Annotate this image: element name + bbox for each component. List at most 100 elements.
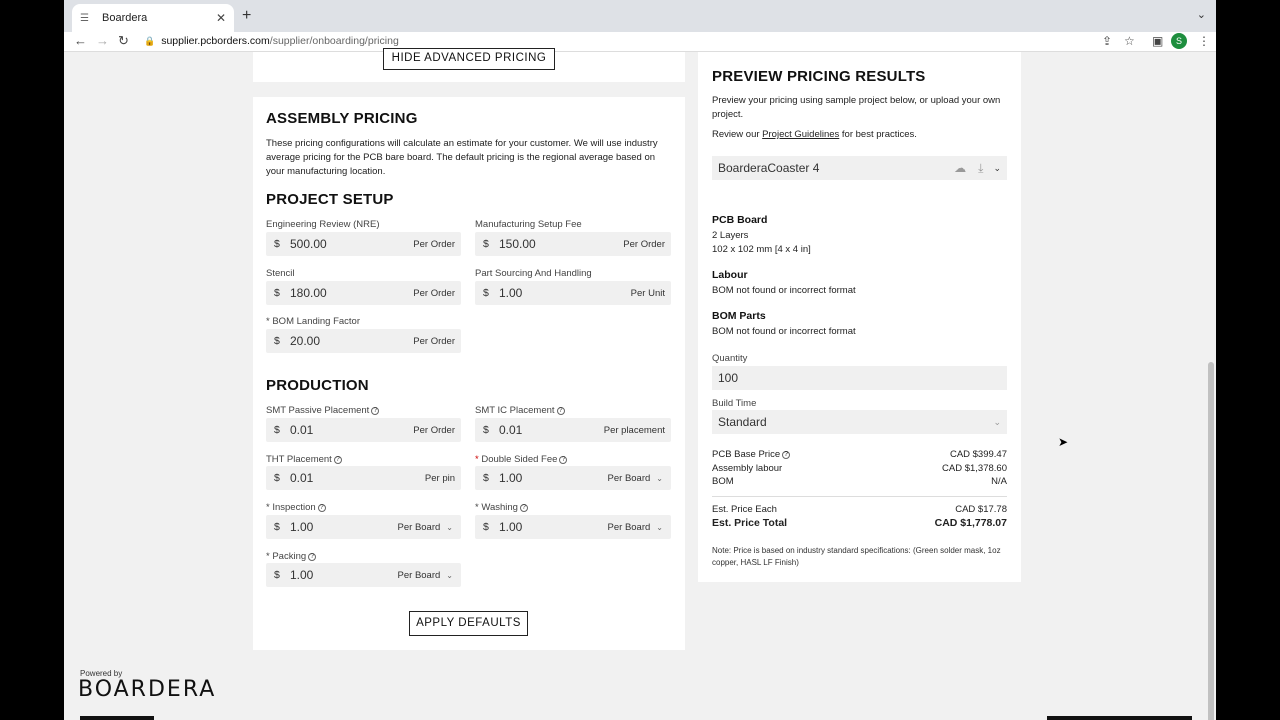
nre-unit: Per Order	[413, 238, 455, 250]
currency-symbol: $	[274, 424, 280, 436]
stencil-input[interactable]: $ 180.00 Per Order	[266, 281, 461, 305]
help-icon[interactable]: ?	[317, 504, 326, 512]
profile-avatar[interactable]: S	[1171, 33, 1187, 49]
reload-icon[interactable]: ↻	[118, 33, 129, 49]
inspection-value: 1.00	[290, 520, 314, 534]
url-field[interactable]: 🔒 supplier.pcborders.com/supplier/onboard…	[144, 35, 399, 47]
browser-viewport: ☰ Boardera ✕ + ⌄ ← → ↻ 🔒 supplier.pcborde…	[64, 0, 1216, 720]
assembly-labour-value: CAD $1,378.60	[942, 463, 1007, 474]
currency-symbol: $	[274, 569, 280, 581]
stencil-value: 180.00	[290, 286, 327, 300]
share-icon[interactable]: ⇪	[1102, 34, 1112, 48]
packing-unit: Per Board	[397, 569, 441, 581]
upload-cloud-icon[interactable]: ☁	[954, 161, 966, 175]
tab-search-icon[interactable]: ⌄	[1197, 8, 1206, 21]
smt-passive-value: 0.01	[290, 423, 314, 437]
chevron-down-icon[interactable]: ⌄	[993, 163, 1001, 174]
side-panel-icon[interactable]: ▣	[1152, 34, 1163, 48]
tht-input[interactable]: $ 0.01 Per pin	[266, 466, 461, 490]
help-icon[interactable]: ?	[782, 451, 791, 459]
menu-kebab-icon[interactable]: ⋮	[1198, 34, 1210, 48]
tab-bar: ☰ Boardera ✕ + ⌄	[64, 0, 1216, 32]
required-marker: *	[475, 502, 479, 513]
washing-select[interactable]: $ 1.00 Per Board ⌄	[475, 515, 671, 539]
double-sided-select[interactable]: $ 1.00 Per Board ⌄	[475, 466, 671, 490]
currency-symbol: $	[274, 335, 280, 347]
favicon-icon: ☰	[80, 12, 89, 24]
inspection-label-text: Inspection	[272, 502, 316, 513]
production-title: PRODUCTION	[266, 377, 369, 394]
bom-landing-label-text: BOM Landing Factor	[272, 316, 360, 327]
help-icon[interactable]: ?	[308, 553, 317, 561]
url-path: /supplier/onboarding/pricing	[269, 35, 399, 47]
back-icon[interactable]: ←	[74, 33, 87, 48]
new-tab-icon[interactable]: +	[242, 7, 251, 25]
bom-landing-unit: Per Order	[413, 335, 455, 347]
chevron-down-icon[interactable]: ⌄	[446, 571, 461, 580]
double-sided-unit: Per Board	[607, 472, 651, 484]
inspection-select[interactable]: $ 1.00 Per Board ⌄	[266, 515, 461, 539]
smt-passive-input[interactable]: $ 0.01 Per Order	[266, 418, 461, 442]
help-icon[interactable]: ?	[556, 407, 565, 415]
boardera-logo[interactable]: BOARDERA	[78, 677, 216, 702]
chevron-down-icon[interactable]: ⌄	[656, 523, 671, 532]
bom-label: BOM	[712, 476, 734, 487]
quantity-input[interactable]: 100	[712, 366, 1007, 390]
project-value: BoarderaCoaster 4	[718, 161, 820, 175]
bom-landing-input[interactable]: $ 20.00 Per Order	[266, 329, 461, 353]
smt-passive-label: SMT Passive Placement?	[266, 405, 380, 416]
tht-value: 0.01	[290, 471, 314, 485]
labour-message: BOM not found or incorrect format	[712, 285, 856, 296]
nre-input[interactable]: $ 500.00 Per Order	[266, 232, 461, 256]
assembly-title: ASSEMBLY PRICING	[266, 110, 418, 127]
washing-unit: Per Board	[607, 521, 651, 533]
mouse-cursor-icon: ➤	[1058, 435, 1069, 449]
tht-label-text: THT Placement	[266, 454, 332, 465]
chevron-down-icon[interactable]: ⌄	[993, 417, 1001, 428]
forward-icon[interactable]: →	[96, 33, 109, 48]
url-host: supplier.pcborders.com	[161, 35, 270, 47]
help-icon[interactable]: ?	[519, 504, 528, 512]
build-time-label: Build Time	[712, 398, 757, 409]
inspection-label: * Inspection?	[266, 502, 326, 513]
part-sourcing-unit: Per Unit	[630, 287, 665, 299]
chevron-down-icon[interactable]: ⌄	[446, 523, 461, 532]
bom-value: N/A	[991, 476, 1007, 487]
tht-label: THT Placement?	[266, 454, 342, 465]
hide-advanced-pricing-button[interactable]: HIDE ADVANCED PRICING	[383, 48, 555, 70]
download-icon[interactable]: ⤓	[978, 161, 983, 176]
price-total-row: Est. Price Total CAD $1,778.07	[712, 517, 1007, 529]
quantity-label: Quantity	[712, 353, 748, 364]
part-sourcing-input[interactable]: $ 1.00 Per Unit	[475, 281, 671, 305]
close-tab-icon[interactable]: ✕	[216, 11, 226, 25]
washing-label-text: Washing	[481, 502, 518, 513]
assembly-labour-row: Assembly labour CAD $1,378.60	[712, 463, 1007, 474]
bookmark-star-icon[interactable]: ☆	[1124, 34, 1135, 48]
setup-fee-input[interactable]: $ 150.00 Per Order	[475, 232, 671, 256]
labour-title: Labour	[712, 269, 748, 281]
scrollbar-thumb[interactable]	[1208, 362, 1214, 720]
scrollbar[interactable]	[1206, 52, 1216, 720]
pcb-layers: 2 Layers	[712, 230, 749, 241]
address-bar: ← → ↻ 🔒 supplier.pcborders.com/supplier/o…	[64, 32, 1216, 52]
help-icon[interactable]: ?	[559, 456, 568, 464]
help-icon[interactable]: ?	[371, 407, 380, 415]
double-sided-label-text: Double Sided Fee	[481, 454, 558, 465]
smt-ic-value: 0.01	[499, 423, 523, 437]
smt-ic-unit: Per placement	[603, 424, 665, 436]
setup-fee-value: 150.00	[499, 237, 536, 251]
smt-ic-input[interactable]: $ 0.01 Per placement	[475, 418, 671, 442]
project-guidelines-link[interactable]: Project Guidelines	[762, 129, 839, 140]
currency-symbol: $	[274, 521, 280, 533]
pcb-base-label-text: PCB Base Price	[712, 449, 781, 460]
pricing-note: Note: Price is based on industry standar…	[712, 546, 1001, 567]
project-select[interactable]: BoarderaCoaster 4 ☁ ⤓ ⌄	[712, 156, 1007, 180]
currency-symbol: $	[274, 472, 280, 484]
chevron-down-icon[interactable]: ⌄	[656, 474, 671, 483]
browser-tab[interactable]: ☰ Boardera ✕	[72, 4, 234, 32]
build-time-select[interactable]: Standard ⌄	[712, 410, 1007, 434]
help-icon[interactable]: ?	[333, 456, 342, 464]
packing-select[interactable]: $ 1.00 Per Board ⌄	[266, 563, 461, 587]
apply-defaults-button[interactable]: APPLY DEFAULTS	[409, 611, 528, 636]
inspection-unit: Per Board	[397, 521, 441, 533]
